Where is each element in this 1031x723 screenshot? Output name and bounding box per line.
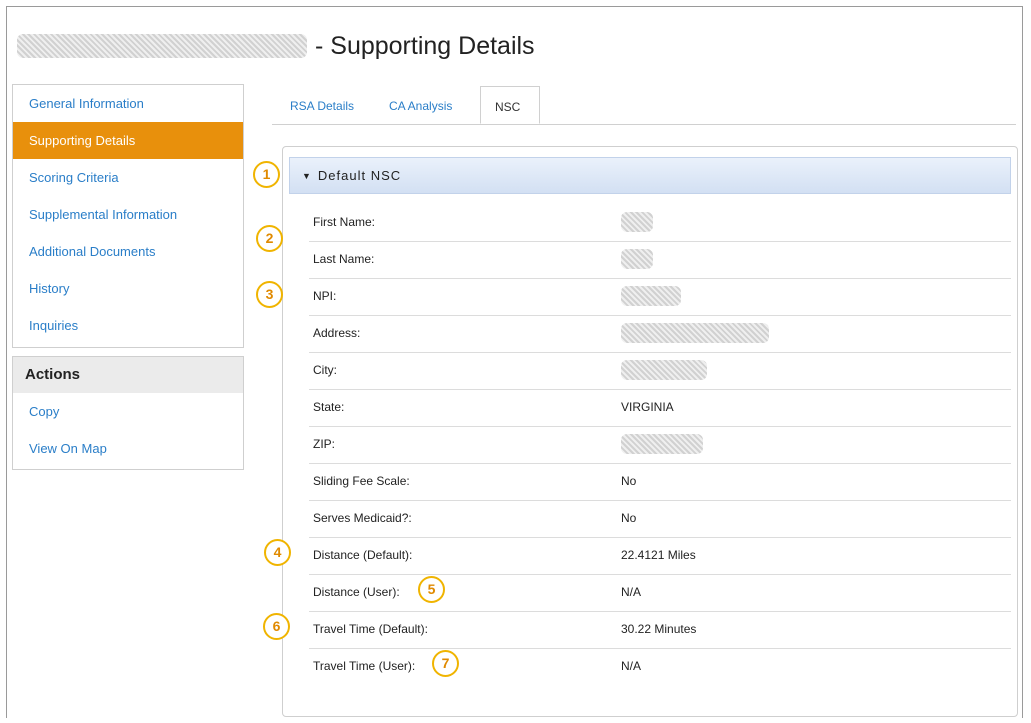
tab-rsa-details[interactable]: RSA Details	[290, 86, 354, 124]
sidebar-item-additional-documents[interactable]: Additional Documents	[13, 233, 243, 270]
field-row-state: State: VIRGINIA	[309, 389, 1011, 427]
field-label: ZIP:	[313, 437, 336, 451]
callout-badge-2: 2	[256, 225, 283, 252]
field-label: Address:	[313, 326, 361, 340]
sidebar-item-supplemental-information[interactable]: Supplemental Information	[13, 196, 243, 233]
field-label: State:	[313, 400, 345, 414]
field-label: Travel Time (Default):	[313, 622, 428, 636]
sidebar-nav: General Information Supporting Details S…	[12, 84, 244, 348]
field-value: No	[621, 511, 637, 525]
field-label: Travel Time (User):	[313, 659, 416, 673]
field-row-address: Address:	[309, 315, 1011, 353]
sidebar-item-supporting-details[interactable]: Supporting Details	[13, 122, 243, 159]
copy-action-link[interactable]: Copy	[13, 393, 243, 430]
callout-badge-3: 3	[256, 281, 283, 308]
field-label: Last Name:	[313, 252, 375, 266]
panel-heading: Default NSC	[317, 168, 402, 183]
actions-panel: Actions Copy View On Map	[12, 356, 244, 470]
default-nsc-header[interactable]: ▼ Default NSC	[289, 157, 1011, 194]
field-row-travel-time-default: Travel Time (Default): 30.22 Minutes	[309, 611, 1011, 649]
callout-badge-6: 6	[263, 613, 290, 640]
field-label: Serves Medicaid?:	[313, 511, 412, 525]
field-label: Sliding Fee Scale:	[313, 474, 410, 488]
callout-badge-5: 5	[418, 576, 445, 603]
redacted-value	[621, 249, 653, 269]
actions-heading: Actions	[13, 357, 243, 393]
sidebar-item-general-information[interactable]: General Information	[13, 85, 243, 122]
redacted-value	[621, 323, 769, 343]
field-row-sliding-fee-scale: Sliding Fee Scale: No	[309, 463, 1011, 501]
field-row-serves-medicaid: Serves Medicaid?: No	[309, 500, 1011, 538]
field-value: VIRGINIA	[621, 400, 674, 414]
caret-down-icon: ▼	[302, 170, 312, 181]
sidebar-item-scoring-criteria[interactable]: Scoring Criteria	[13, 159, 243, 196]
callout-badge-7: 7	[432, 650, 459, 677]
field-row-npi: NPI:	[309, 278, 1011, 316]
field-value: 22.4121 Miles	[621, 548, 696, 562]
field-label: First Name:	[313, 215, 376, 229]
redacted-title-name	[17, 34, 307, 58]
field-label: City:	[313, 363, 337, 377]
field-value: N/A	[621, 585, 642, 599]
tab-bar: RSA Details CA Analysis NSC	[272, 86, 1016, 125]
field-row-distance-default: Distance (Default): 22.4121 Miles	[309, 537, 1011, 575]
field-row-first-name: First Name:	[309, 204, 1011, 242]
sidebar-item-inquiries[interactable]: Inquiries	[13, 307, 243, 344]
page-title: - Supporting Details	[315, 31, 535, 60]
field-value: No	[621, 474, 637, 488]
callout-badge-4: 4	[264, 539, 291, 566]
page-header: - Supporting Details	[17, 7, 1007, 85]
redacted-value	[621, 434, 703, 454]
tab-nsc[interactable]: NSC	[480, 86, 540, 124]
redacted-value	[621, 286, 681, 306]
field-label: NPI:	[313, 289, 337, 303]
field-row-zip: ZIP:	[309, 426, 1011, 464]
field-row-travel-time-user: Travel Time (User): N/A	[309, 648, 1011, 685]
field-row-city: City:	[309, 352, 1011, 390]
view-on-map-link[interactable]: View On Map	[13, 430, 243, 467]
nsc-panel: ▼ Default NSC First Name: Last Name: NPI…	[282, 146, 1018, 717]
field-value: 30.22 Minutes	[621, 622, 697, 636]
field-value: N/A	[621, 659, 642, 673]
redacted-value	[621, 212, 653, 232]
field-row-distance-user: Distance (User): N/A	[309, 574, 1011, 612]
field-label: Distance (Default):	[313, 548, 413, 562]
redacted-value	[621, 360, 707, 380]
field-label: Distance (User):	[313, 585, 400, 599]
sidebar-item-history[interactable]: History	[13, 270, 243, 307]
tab-ca-analysis[interactable]: CA Analysis	[389, 86, 452, 124]
callout-badge-1: 1	[253, 161, 280, 188]
field-row-last-name: Last Name:	[309, 241, 1011, 279]
